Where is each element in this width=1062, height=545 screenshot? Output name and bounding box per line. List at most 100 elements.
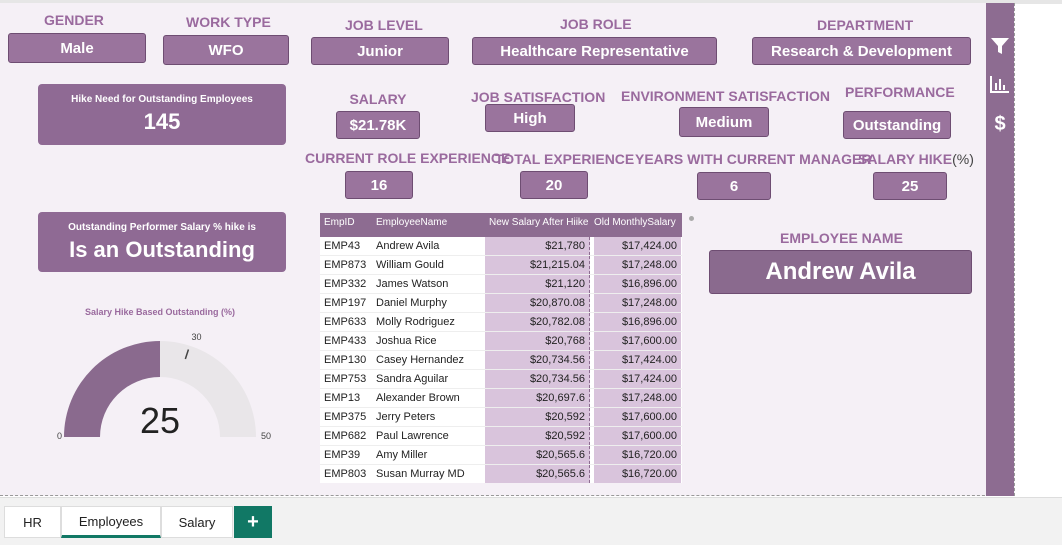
cell-empid: EMP13 <box>324 392 361 404</box>
cell-new-salary: $20,870.08 <box>485 294 590 312</box>
total-exp-value: 20 <box>520 171 588 199</box>
hike-need-value: 145 <box>143 109 181 134</box>
job-satisfaction-value: High <box>485 104 575 132</box>
cell-empid: EMP873 <box>324 259 367 271</box>
cell-new-salary: $20,697.6 <box>485 389 590 407</box>
cell-employee-name: Amy Miller <box>376 449 428 461</box>
filter-icon[interactable] <box>986 37 1014 55</box>
job-role-slicer[interactable]: Healthcare Representative <box>472 37 717 65</box>
performer-hike-title: Outstanding Performer Salary % hike is <box>68 221 256 233</box>
cell-new-salary: $21,780 <box>485 237 590 255</box>
table-row[interactable]: EMP433 Joshua Rice $20,768 $17,600.00 <box>320 332 682 351</box>
cell-employee-name: Alexander Brown <box>376 392 460 404</box>
tab-hr[interactable]: HR <box>4 506 61 538</box>
table-row[interactable]: EMP13 Alexander Brown $20,697.6 $17,248.00 <box>320 389 682 408</box>
cell-new-salary: $20,565.6 <box>485 465 590 483</box>
table-body: EMP43 Andrew Avila $21,780 $17,424.00 EMP873… <box>320 237 682 483</box>
cell-employee-name: Casey Hernandez <box>376 354 465 366</box>
total-exp-label: TOTAL EXPERIENCE <box>495 151 635 167</box>
salary-label: SALARY <box>349 91 407 107</box>
table-row[interactable]: EMP43 Andrew Avila $21,780 $17,424.00 <box>320 237 682 256</box>
cell-new-salary: $20,782.08 <box>485 313 590 331</box>
tab-employees[interactable]: Employees <box>61 506 161 538</box>
cell-old-salary: $16,896.00 <box>594 275 682 293</box>
job-role-label: JOB ROLE <box>560 16 632 32</box>
current-role-exp-value: 16 <box>345 171 413 199</box>
cell-empid: EMP43 <box>324 240 361 252</box>
table-scroll-indicator[interactable] <box>689 216 694 221</box>
job-level-label: JOB LEVEL <box>345 17 423 33</box>
table-row[interactable]: EMP873 William Gould $21,215.04 $17,248.00 <box>320 256 682 275</box>
header-employee-name[interactable]: EmployeeName <box>372 213 485 237</box>
cell-employee-name: Jerry Peters <box>376 411 436 423</box>
add-page-button[interactable]: + <box>234 506 272 538</box>
header-old-salary[interactable]: Old MonthlySalary <box>590 213 682 237</box>
table-row[interactable]: EMP197 Daniel Murphy $20,870.08 $17,248.00 <box>320 294 682 313</box>
cell-new-salary: $20,592 <box>485 408 590 426</box>
years-manager-label: YEARS WITH CURRENT MANAGER <box>635 151 872 167</box>
cell-new-salary: $20,565.6 <box>485 446 590 464</box>
department-slicer[interactable]: Research & Development <box>752 37 971 65</box>
gender-label: GENDER <box>44 12 104 28</box>
table-row[interactable]: EMP633 Molly Rodriguez $20,782.08 $16,896.0… <box>320 313 682 332</box>
table-row[interactable]: EMP130 Casey Hernandez $20,734.56 $17,424.0… <box>320 351 682 370</box>
cell-old-salary: $16,896.00 <box>594 313 682 331</box>
cell-empid: EMP197 <box>324 297 367 309</box>
gauge-min-label: 0 <box>57 431 62 441</box>
cell-old-salary: $16,720.00 <box>594 446 682 464</box>
work-type-slicer[interactable]: WFO <box>163 35 289 65</box>
cell-new-salary: $20,768 <box>485 332 590 350</box>
job-satisfaction-label: JOB SATISFACTION <box>471 89 606 105</box>
table-row[interactable]: EMP682 Paul Lawrence $20,592 $17,600.00 <box>320 427 682 446</box>
cell-old-salary: $17,600.00 <box>594 427 682 445</box>
cell-empid: EMP433 <box>324 335 367 347</box>
cell-new-salary: $20,734.56 <box>485 351 590 369</box>
salary-hike-label-text: SALARY HIKE <box>858 151 953 167</box>
cell-employee-name: Molly Rodriguez <box>376 316 455 328</box>
cell-employee-name: Paul Lawrence <box>376 430 449 442</box>
salary-hike-label: SALARY HIKE(%) <box>858 151 974 167</box>
cell-new-salary: $20,592 <box>485 427 590 445</box>
cell-empid: EMP753 <box>324 373 367 385</box>
salary-hike-gauge: 30 0 50 25 <box>57 332 271 441</box>
report-canvas: GENDER Male WORK TYPE WFO JOB LEVEL Juni… <box>0 3 1015 496</box>
table-row[interactable]: EMP753 Sandra Aguilar $20,734.56 $17,424.00 <box>320 370 682 389</box>
work-type-label: WORK TYPE <box>186 14 271 30</box>
employee-name-label: EMPLOYEE NAME <box>780 230 903 246</box>
cell-employee-name: Andrew Avila <box>376 240 440 252</box>
cell-empid: EMP39 <box>324 449 361 461</box>
current-role-exp-label: CURRENT ROLE EXPERIENCE <box>305 150 511 166</box>
table-header: EmpID EmployeeName New Salary After Hiik… <box>320 213 682 237</box>
hike-need-title: Hike Need for Outstanding Employees <box>71 94 253 105</box>
cell-new-salary: $21,215.04 <box>485 256 590 274</box>
job-level-slicer[interactable]: Junior <box>311 37 449 65</box>
header-new-salary[interactable]: New Salary After Hiike <box>485 213 590 237</box>
cell-employee-name: Sandra Aguilar <box>376 373 449 385</box>
cell-old-salary: $17,248.00 <box>594 256 682 274</box>
cell-empid: EMP682 <box>324 430 367 442</box>
header-empid[interactable]: EmpID <box>320 213 372 237</box>
tab-salary[interactable]: Salary <box>161 506 233 538</box>
cell-empid: EMP130 <box>324 354 367 366</box>
cell-empid: EMP332 <box>324 278 367 290</box>
gauge-max-label: 50 <box>261 431 271 441</box>
cell-employee-name: William Gould <box>376 259 444 271</box>
gauge-title: Salary Hike Based Outstanding (%) <box>84 307 236 317</box>
bar-chart-icon[interactable] <box>986 75 1014 93</box>
table-row[interactable]: EMP375 Jerry Peters $20,592 $17,600.00 <box>320 408 682 427</box>
performance-label: PERFORMANCE <box>845 84 955 100</box>
salary-hike-label-suffix: (%) <box>952 151 974 167</box>
salary-hike-value: 25 <box>873 172 947 200</box>
cell-new-salary: $21,120 <box>485 275 590 293</box>
cell-employee-name: Joshua Rice <box>376 335 437 347</box>
cell-old-salary: $17,600.00 <box>594 332 682 350</box>
dollar-icon[interactable]: $ <box>986 113 1014 136</box>
gender-slicer[interactable]: Male <box>8 33 146 63</box>
env-satisfaction-label: ENVIRONMENT SATISFACTION <box>621 88 830 104</box>
department-label: DEPARTMENT <box>817 17 914 33</box>
table-row[interactable]: EMP39 Amy Miller $20,565.6 $16,720.00 <box>320 446 682 465</box>
cell-old-salary: $17,248.00 <box>594 294 682 312</box>
table-row[interactable]: EMP332 James Watson $21,120 $16,896.00 <box>320 275 682 294</box>
table-row[interactable]: EMP803 Susan Murray MD $20,565.6 $16,720.00 <box>320 465 682 483</box>
employee-table[interactable]: EmpID EmployeeName New Salary After Hiik… <box>320 213 682 483</box>
